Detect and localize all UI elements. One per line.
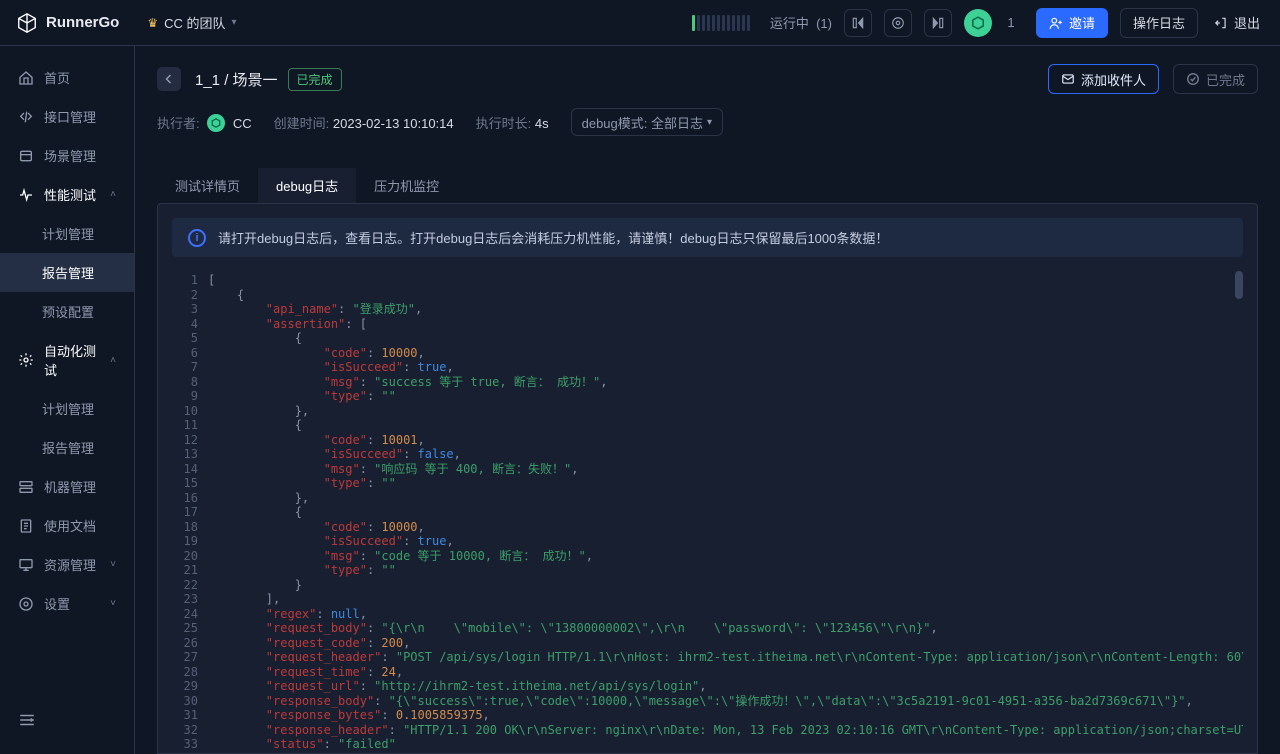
content: 1_1 / 场景一 已完成 添加收件人 已完成 执行者: bbox=[135, 46, 1280, 754]
logo: RunnerGo bbox=[16, 12, 119, 34]
tab-monitor[interactable]: 压力机监控 bbox=[356, 168, 457, 203]
monitor-icon bbox=[18, 557, 34, 573]
created-time: 创建时间: 2023-02-13 10:10:14 bbox=[274, 113, 454, 132]
gear-icon bbox=[18, 352, 34, 368]
layers-icon bbox=[18, 148, 34, 164]
nav-next-button[interactable] bbox=[924, 9, 952, 37]
chevron-down-icon: ˅ bbox=[110, 598, 116, 609]
pulse-icon bbox=[18, 187, 34, 203]
executor: 执行者: CC bbox=[157, 113, 252, 132]
debug-panel: 请打开debug日志后，查看日志。打开debug日志后会消耗压力机性能，请谨慎！… bbox=[157, 203, 1258, 754]
tabs: 测试详情页debug日志压力机监控 bbox=[157, 168, 1258, 203]
check-circle-icon bbox=[1186, 72, 1200, 86]
sidebar-item-doc[interactable]: 使用文档 bbox=[0, 506, 134, 545]
status-badge: 已完成 bbox=[288, 68, 342, 91]
back-button[interactable] bbox=[157, 67, 181, 91]
meta-row: 执行者: CC 创建时间: 2023-02-13 10:10:14 执行时长: … bbox=[157, 108, 1258, 136]
chevron-left-icon bbox=[163, 73, 175, 85]
done-button[interactable]: 已完成 bbox=[1173, 64, 1258, 94]
logout-icon bbox=[1214, 16, 1228, 30]
code-viewer: 1234567891011121314151617181920212223242… bbox=[172, 271, 1243, 753]
sidebar-item-label: 自动化测试 bbox=[44, 341, 100, 379]
sidebar-item-label: 设置 bbox=[44, 594, 70, 613]
sidebar-item-label: 性能测试 bbox=[44, 185, 96, 204]
team-name: CC 的团队 bbox=[164, 13, 225, 32]
scrollbar[interactable] bbox=[1235, 271, 1243, 753]
sidebar: 首页接口管理场景管理性能测试˄计划管理报告管理预设配置自动化测试˄计划管理报告管… bbox=[0, 46, 135, 754]
running-meter bbox=[692, 15, 750, 31]
exec-duration: 执行时长: 4s bbox=[476, 113, 549, 132]
sidebar-item-home[interactable]: 首页 bbox=[0, 58, 134, 97]
crown-icon: ♛ bbox=[147, 16, 158, 30]
chevron-down-icon: ▾ bbox=[707, 117, 712, 128]
oplog-button[interactable]: 操作日志 bbox=[1120, 8, 1198, 38]
cog-icon bbox=[18, 596, 34, 612]
sidebar-item-machine[interactable]: 机器管理 bbox=[0, 467, 134, 506]
sidebar-item-label: 首页 bbox=[44, 68, 70, 87]
warning-text: 请打开debug日志后，查看日志。打开debug日志后会消耗压力机性能，请谨慎！… bbox=[218, 228, 888, 247]
scrollbar-thumb[interactable] bbox=[1235, 271, 1243, 299]
info-icon bbox=[188, 229, 206, 247]
doc-icon bbox=[18, 518, 34, 534]
sidebar-item-label: 接口管理 bbox=[44, 107, 96, 126]
sidebar-item-label: 使用文档 bbox=[44, 516, 96, 535]
sidebar-collapse[interactable] bbox=[0, 701, 134, 742]
sidebar-item-auto-plan[interactable]: 计划管理 bbox=[0, 389, 134, 428]
sidebar-item-label: 计划管理 bbox=[42, 224, 94, 243]
logout-button[interactable]: 退出 bbox=[1210, 8, 1264, 38]
sidebar-item-perf[interactable]: 性能测试 ˄ bbox=[0, 175, 134, 214]
sidebar-item-auto-report[interactable]: 报告管理 bbox=[0, 428, 134, 467]
user-plus-icon bbox=[1049, 16, 1063, 30]
add-recipient-button[interactable]: 添加收件人 bbox=[1048, 64, 1159, 94]
home-icon bbox=[18, 70, 34, 86]
nav-prev-button[interactable] bbox=[844, 9, 872, 37]
title-row: 1_1 / 场景一 已完成 添加收件人 已完成 bbox=[157, 64, 1258, 94]
team-selector[interactable]: ♛ CC 的团队 ▾ bbox=[147, 13, 236, 32]
sidebar-item-perf-preset[interactable]: 预设配置 bbox=[0, 292, 134, 331]
code-content: [ { "api_name": "登录成功", "assertion": [ {… bbox=[208, 271, 1243, 753]
next-icon bbox=[931, 16, 945, 30]
warning-banner: 请打开debug日志后，查看日志。打开debug日志后会消耗压力机性能，请谨慎！… bbox=[172, 218, 1243, 257]
chevron-up-icon: ˄ bbox=[110, 355, 116, 366]
sidebar-item-settings[interactable]: 设置 ˅ bbox=[0, 584, 134, 623]
avatar[interactable] bbox=[964, 9, 992, 37]
main-body: 首页接口管理场景管理性能测试˄计划管理报告管理预设配置自动化测试˄计划管理报告管… bbox=[0, 46, 1280, 754]
sidebar-item-label: 资源管理 bbox=[44, 555, 96, 574]
link-icon bbox=[18, 109, 34, 125]
gutter: 1234567891011121314151617181920212223242… bbox=[172, 271, 208, 753]
mail-icon bbox=[1061, 72, 1075, 86]
sidebar-item-scene[interactable]: 场景管理 bbox=[0, 136, 134, 175]
debug-mode-select[interactable]: debug模式: 全部日志 ▾ bbox=[571, 108, 723, 136]
logo-text: RunnerGo bbox=[46, 14, 119, 31]
tab-debug[interactable]: debug日志 bbox=[258, 168, 356, 203]
tab-detail[interactable]: 测试详情页 bbox=[157, 168, 258, 203]
sidebar-item-label: 机器管理 bbox=[44, 477, 96, 496]
avatar-count: 1 bbox=[1004, 15, 1018, 30]
chevron-down-icon: ▾ bbox=[232, 17, 237, 28]
app-header: RunnerGo ♛ CC 的团队 ▾ 运行中 (1) 1 邀请 操作日志 退出 bbox=[0, 0, 1280, 46]
chevron-down-icon: ˅ bbox=[110, 559, 116, 570]
nav-settings-button[interactable] bbox=[884, 9, 912, 37]
invite-button[interactable]: 邀请 bbox=[1036, 8, 1108, 38]
sidebar-item-label: 报告管理 bbox=[42, 438, 94, 457]
sidebar-item-label: 报告管理 bbox=[42, 263, 94, 282]
executor-avatar bbox=[207, 114, 225, 132]
sidebar-item-perf-report[interactable]: 报告管理 bbox=[0, 253, 134, 292]
page-header: 1_1 / 场景一 已完成 添加收件人 已完成 执行者: bbox=[135, 46, 1280, 203]
sidebar-item-auto[interactable]: 自动化测试 ˄ bbox=[0, 331, 134, 389]
collapse-icon bbox=[18, 713, 36, 727]
sidebar-item-api[interactable]: 接口管理 bbox=[0, 97, 134, 136]
breadcrumb: 1_1 / 场景一 已完成 bbox=[195, 68, 342, 91]
server-icon bbox=[18, 479, 34, 495]
sidebar-item-label: 计划管理 bbox=[42, 399, 94, 418]
sidebar-item-perf-plan[interactable]: 计划管理 bbox=[0, 214, 134, 253]
gear-icon bbox=[891, 16, 905, 30]
running-label: 运行中 (1) bbox=[770, 13, 832, 32]
chevron-up-icon: ˄ bbox=[110, 189, 116, 200]
sidebar-item-label: 场景管理 bbox=[44, 146, 96, 165]
sidebar-item-resource[interactable]: 资源管理 ˅ bbox=[0, 545, 134, 584]
sidebar-item-label: 预设配置 bbox=[42, 302, 94, 321]
prev-icon bbox=[851, 16, 865, 30]
logo-icon bbox=[16, 12, 38, 34]
